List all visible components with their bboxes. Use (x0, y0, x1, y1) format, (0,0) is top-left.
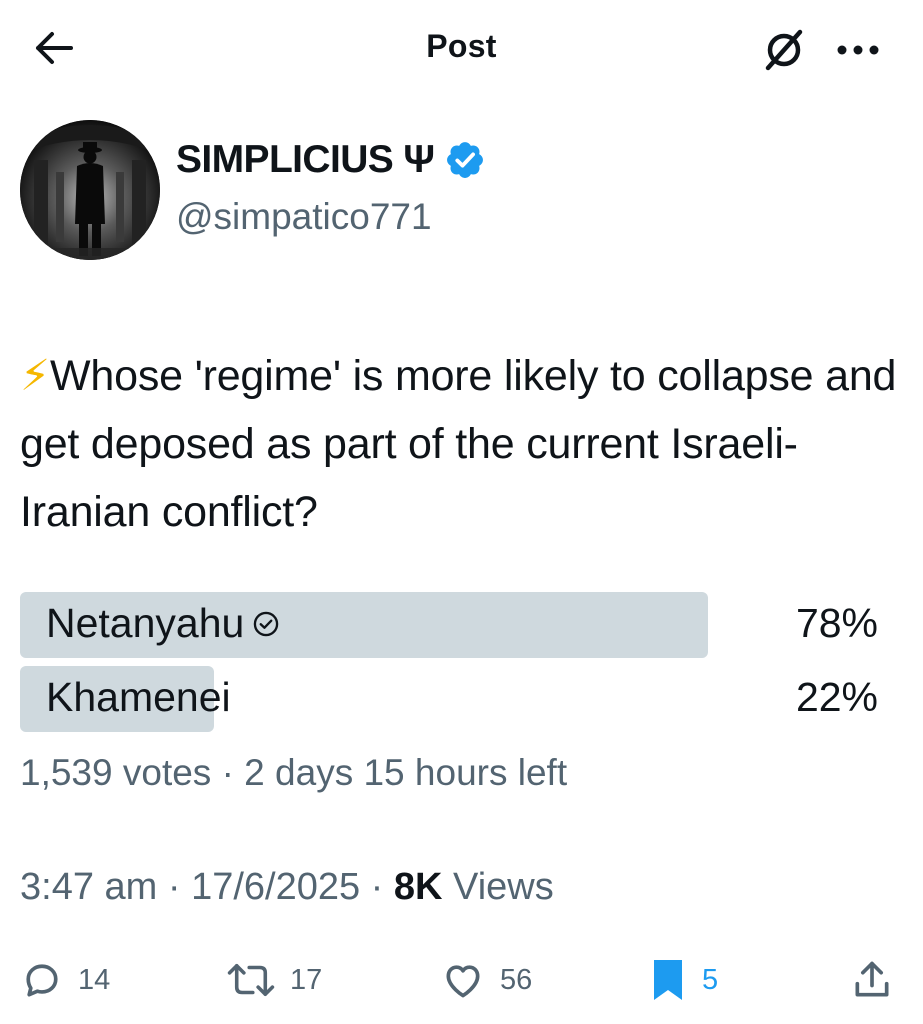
bookmark-button[interactable]: 5 (648, 950, 718, 1010)
avatar[interactable] (20, 120, 160, 260)
views-label: Views (442, 866, 554, 908)
slash-circle-icon (765, 29, 803, 71)
share-button[interactable] (850, 950, 894, 1010)
heart-icon (446, 965, 480, 998)
post-timestamp: 3:47 am · 17/6/2025 · 8K Views (20, 866, 554, 909)
more-options-button[interactable] (830, 24, 886, 76)
check-circle-icon (254, 611, 279, 636)
like-count: 56 (500, 963, 533, 996)
share-icon (855, 961, 889, 997)
repost-icon (227, 963, 275, 997)
verified-badge-icon (447, 142, 484, 178)
poll-option-percent: 78% (795, 600, 878, 646)
bookmark-filled-icon (654, 960, 682, 1000)
poll-option: Khamenei 22% (20, 666, 900, 732)
more-horizontal-icon (837, 45, 879, 55)
views-count: 8K (393, 866, 443, 908)
tweet-text: ⚡Whose 'regime' is more likely to collap… (20, 342, 900, 546)
repost-count: 17 (290, 963, 323, 996)
reply-icon (26, 964, 58, 997)
reply-button[interactable]: 14 (20, 950, 110, 1010)
tweet-text-body: Whose 'regime' is more likely to collaps… (20, 352, 897, 536)
repost-button[interactable]: 17 (226, 950, 322, 1010)
like-button[interactable]: 56 (440, 950, 532, 1010)
poll-option-percent: 22% (795, 674, 878, 720)
reply-count: 14 (78, 963, 111, 996)
poll-option-label: Khamenei (46, 674, 231, 721)
post-time-date[interactable]: 3:47 am · 17/6/2025 · (20, 866, 394, 908)
author-handle[interactable]: @simpatico771 (176, 196, 432, 238)
poll-option-text: Netanyahu (46, 600, 245, 646)
author-name-text: SIMPLICIUS Ψ (176, 138, 435, 181)
grok-button[interactable] (756, 24, 812, 76)
poll: Netanyahu 78% Khamenei 22% (20, 592, 900, 740)
lightning-emoji-icon: ⚡ (20, 352, 50, 400)
poll-option-text: Khamenei (46, 674, 231, 720)
bookmark-count: 5 (702, 963, 719, 996)
avatar-image (20, 120, 160, 260)
poll-option: Netanyahu 78% (20, 592, 900, 658)
poll-meta: 1,539 votes · 2 days 15 hours left (20, 752, 568, 793)
action-bar: 14 17 56 5 (0, 950, 923, 1010)
author-name[interactable]: SIMPLICIUS Ψ (176, 138, 486, 182)
poll-option-label: Netanyahu (46, 600, 280, 647)
top-bar: Post (0, 0, 923, 100)
